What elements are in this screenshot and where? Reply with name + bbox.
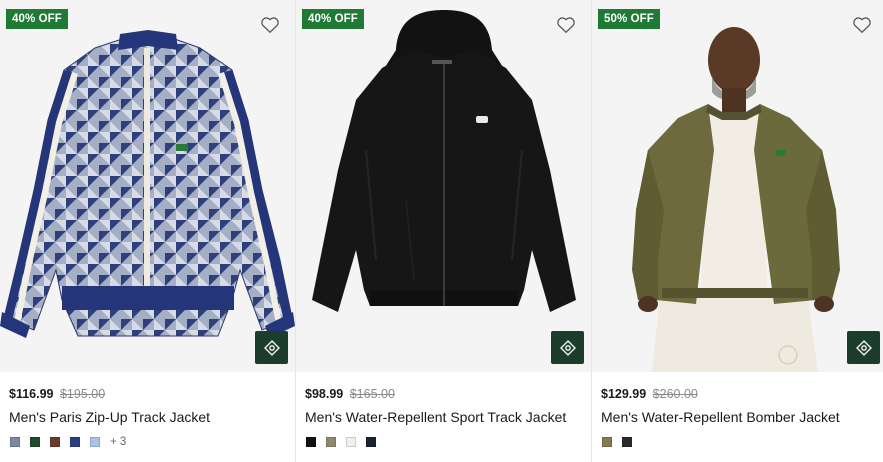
product-image[interactable] <box>592 0 883 372</box>
eye-diamond-icon <box>559 339 576 356</box>
product-card[interactable]: 40% OFF $116.99 $195.00 Men's Paris Zip-… <box>0 0 295 462</box>
product-image[interactable] <box>0 0 295 372</box>
heart-outline-icon[interactable] <box>555 14 577 36</box>
color-swatch[interactable] <box>90 437 100 447</box>
product-image-area[interactable]: 50% OFF <box>592 0 883 372</box>
color-swatch[interactable] <box>306 437 316 447</box>
quick-view-button[interactable] <box>847 331 880 364</box>
color-swatches: + 3 <box>10 436 126 448</box>
product-name-link[interactable]: Men's Paris Zip-Up Track Jacket <box>9 409 210 425</box>
eye-diamond-icon <box>855 339 872 356</box>
discount-badge: 50% OFF <box>598 9 660 29</box>
discount-badge: 40% OFF <box>6 9 68 29</box>
original-price: $195.00 <box>59 387 106 401</box>
quick-view-button[interactable] <box>551 331 584 364</box>
product-name-link[interactable]: Men's Water-Repellent Bomber Jacket <box>601 409 840 425</box>
color-swatch[interactable] <box>622 437 632 447</box>
product-image-area[interactable]: 40% OFF <box>296 0 591 372</box>
sale-price: $116.99 <box>9 387 54 401</box>
color-swatches <box>306 437 386 447</box>
heart-outline-icon[interactable] <box>851 14 873 36</box>
discount-badge: 40% OFF <box>302 9 364 29</box>
product-image[interactable] <box>296 0 591 372</box>
heart-outline-icon[interactable] <box>259 14 281 36</box>
product-name-link[interactable]: Men's Water-Repellent Sport Track Jacket <box>305 409 566 425</box>
original-price: $165.00 <box>349 387 395 401</box>
product-card[interactable]: 40% OFF $98.99 $165.00 Men's Water-Repel… <box>296 0 591 462</box>
color-swatch[interactable] <box>30 437 40 447</box>
price-block: $129.99 $260.00 <box>601 387 698 401</box>
price-block: $116.99 $195.00 <box>9 387 105 401</box>
color-swatches <box>602 437 642 447</box>
color-swatch[interactable] <box>70 437 80 447</box>
sale-price: $98.99 <box>305 387 344 401</box>
color-swatch[interactable] <box>10 437 20 447</box>
product-grid: 40% OFF $116.99 $195.00 Men's Paris Zip-… <box>0 0 883 462</box>
price-block: $98.99 $165.00 <box>305 387 395 401</box>
more-colors-count[interactable]: + 3 <box>110 436 126 448</box>
quick-view-button[interactable] <box>255 331 288 364</box>
original-price: $260.00 <box>652 387 698 401</box>
color-swatch[interactable] <box>346 437 356 447</box>
sale-price: $129.99 <box>601 387 647 401</box>
product-card[interactable]: 50% OFF $129.99 $260.00 Men's Water-Repe… <box>592 0 883 462</box>
color-swatch[interactable] <box>50 437 60 447</box>
product-image-area[interactable]: 40% OFF <box>0 0 295 372</box>
eye-diamond-icon <box>263 339 280 356</box>
color-swatch[interactable] <box>602 437 612 447</box>
color-swatch[interactable] <box>326 437 336 447</box>
color-swatch[interactable] <box>366 437 376 447</box>
